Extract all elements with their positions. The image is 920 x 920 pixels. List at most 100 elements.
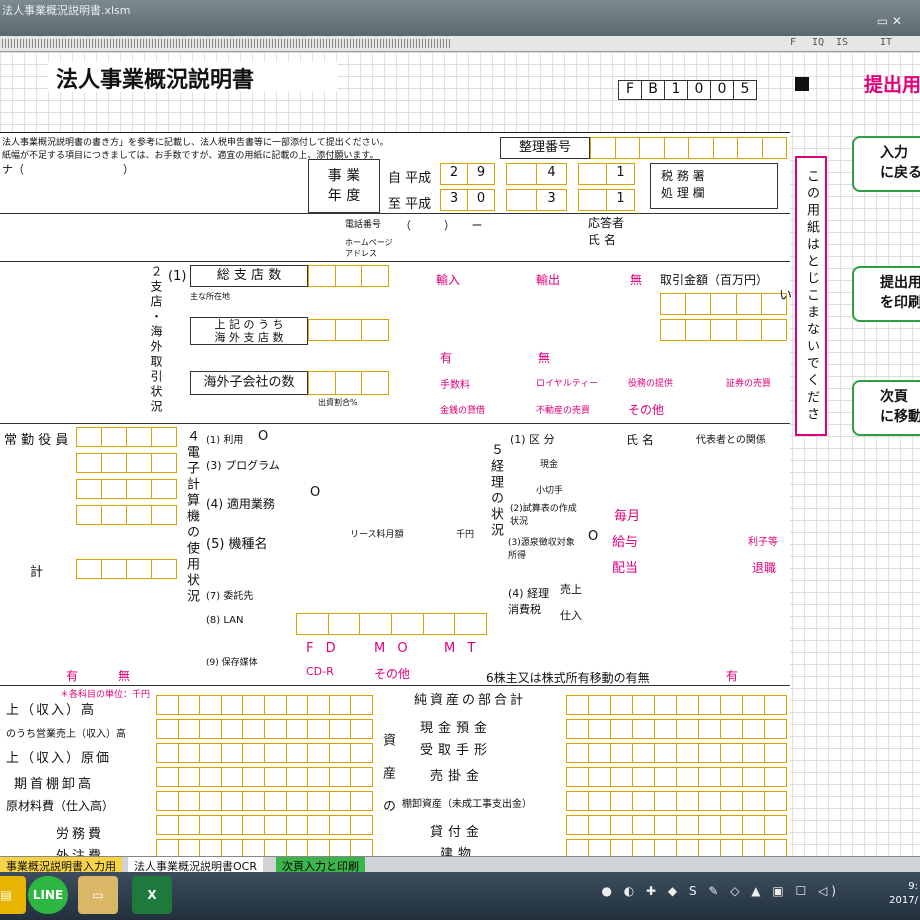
amount-cell[interactable] [263,767,287,787]
amount-cell[interactable] [742,695,765,715]
monthly-option[interactable]: 毎月 [614,505,640,524]
input-cell[interactable] [76,559,102,579]
amount-cell[interactable] [764,839,787,856]
none-label[interactable]: 無 [630,271,642,288]
amount-cell[interactable] [177,791,201,811]
amount-cell[interactable] [676,839,699,856]
input-cell[interactable]: 1 [606,163,635,185]
input-cell[interactable] [308,265,336,287]
input-cell[interactable] [639,137,665,159]
input-cell[interactable] [710,319,737,341]
amount-cell[interactable] [676,743,699,763]
subsidiary-count-cells[interactable] [308,371,390,395]
amount-cell[interactable] [742,815,765,835]
input-cell[interactable]: 1 [606,189,635,211]
amount-cell[interactable] [307,791,330,811]
amount-cell[interactable] [742,791,765,811]
amount-cell[interactable] [676,791,699,811]
amount-cell[interactable] [566,791,589,811]
amount-cell[interactable] [764,743,787,763]
amount-cell[interactable] [156,815,179,835]
line-icon[interactable]: LINE [28,876,68,914]
input-cell[interactable] [76,427,102,447]
amount-cell[interactable] [698,767,721,787]
input-cell[interactable] [761,137,787,159]
amount-cell[interactable] [177,743,201,763]
amount-cell[interactable] [632,743,655,763]
amount-cell[interactable] [742,767,765,787]
amount-cell[interactable] [328,719,352,739]
amount-cell[interactable] [177,815,201,835]
spreadsheet-area[interactable]: 法人事業概況説明書 FB1005 提出用 法人事業概況説明書の書き方」を参考に記… [0,52,920,856]
amount-cell[interactable] [220,743,244,763]
input-cell[interactable] [126,559,152,579]
input-cell[interactable] [126,427,152,447]
amount-cell[interactable] [632,839,655,856]
amount-cell[interactable] [350,695,373,715]
amount-cell[interactable] [654,791,677,811]
amount-cell[interactable] [764,695,787,715]
input-cell[interactable]: 4 [536,163,567,185]
amount-cell[interactable] [177,719,201,739]
amount-row[interactable] [156,743,373,763]
amount-cell[interactable] [610,695,633,715]
input-cell[interactable] [126,505,152,525]
input-cell[interactable] [590,137,616,159]
amount-cell[interactable] [328,815,352,835]
fee-loan[interactable]: 金銭の貸借 [440,403,485,416]
from-day-cells[interactable]: 1 [578,163,635,185]
branch-count-cells[interactable] [308,265,390,287]
amount-cell[interactable] [764,767,787,787]
amount-cell[interactable] [156,791,179,811]
amount-cell[interactable] [263,815,287,835]
amount-cell[interactable] [156,695,179,715]
amount-cell[interactable] [588,743,611,763]
amount-cell[interactable] [350,839,373,856]
amount-cell[interactable] [285,743,309,763]
fee-realestate[interactable]: 不動産の売買 [536,403,590,416]
input-cell[interactable] [361,265,390,287]
input-cell[interactable] [151,559,177,579]
amount-cell[interactable] [307,719,330,739]
amount-cell[interactable] [285,767,309,787]
salary-option[interactable]: 給与 [612,531,638,550]
amount-cell[interactable] [742,719,765,739]
to-day-cells[interactable]: 1 [578,189,635,211]
amount-cell[interactable] [177,767,201,787]
excel-icon[interactable]: X [132,876,172,914]
from-year-cells[interactable]: 29 [440,163,495,185]
amount-cell[interactable] [720,695,743,715]
amount-row[interactable] [566,815,787,835]
amount-cell[interactable] [350,719,373,739]
input-cell[interactable] [101,505,127,525]
amount-cell[interactable] [654,815,677,835]
input-cell[interactable] [506,189,537,211]
amount-row[interactable] [566,791,787,811]
amount-cell[interactable] [199,791,222,811]
amount-cell[interactable] [720,839,743,856]
amount-cell[interactable] [285,719,309,739]
yes-label[interactable]: 有 [440,349,452,366]
input-cell[interactable] [685,293,712,315]
amount-cell[interactable] [220,839,244,856]
amount-cell[interactable] [566,839,589,856]
amount-cell[interactable] [588,791,611,811]
amount-cell[interactable] [720,791,743,811]
amount-cell[interactable] [566,719,589,739]
amount-cell[interactable] [263,719,287,739]
amount-cell[interactable] [263,695,287,715]
input-cell[interactable]: 2 [440,163,468,185]
amount-row[interactable] [566,767,787,787]
amount-cell[interactable] [742,839,765,856]
amount-cell[interactable] [698,815,721,835]
amount-row[interactable] [156,815,373,835]
tab-ocr[interactable]: 法人事業概況説明書OCR [128,857,263,873]
input-cell[interactable] [151,453,177,473]
amount-cell[interactable] [242,719,265,739]
input-cell[interactable] [334,371,363,395]
to-year-cells[interactable]: 30 [440,189,495,211]
amount-cell[interactable] [588,767,611,787]
amount-cell[interactable] [285,791,309,811]
amount-cell[interactable] [588,815,611,835]
dividend-option[interactable]: 配当 [612,557,638,576]
